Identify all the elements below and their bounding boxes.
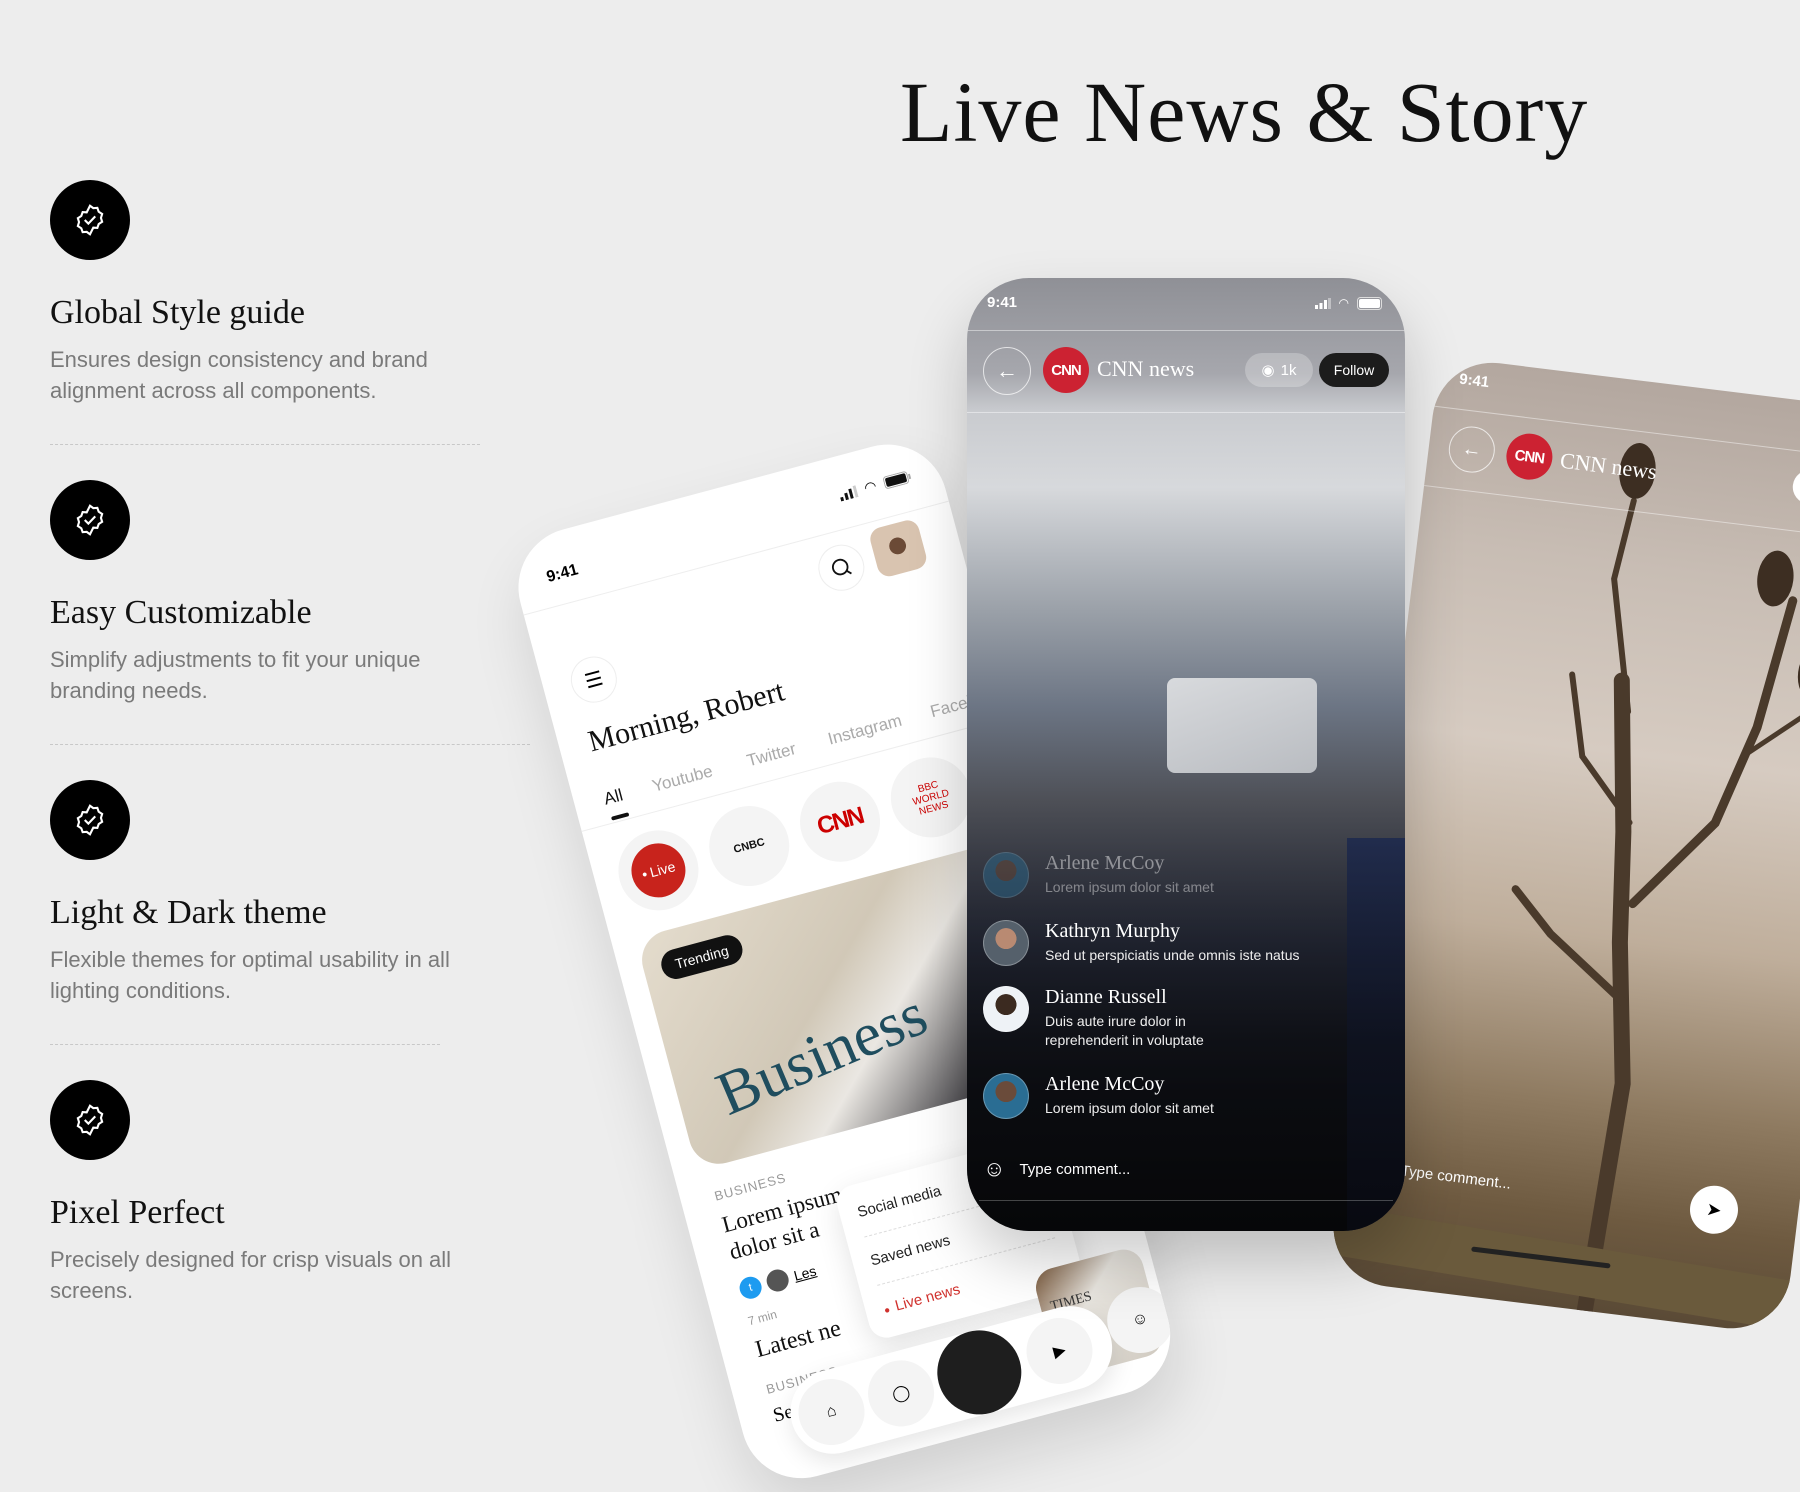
feature-title: Light & Dark theme — [50, 894, 327, 931]
channel-bbc[interactable]: BBC WORLD NEWS — [881, 748, 980, 847]
divider — [979, 1200, 1393, 1201]
status-icons: ◠ — [837, 468, 913, 504]
feature-title: Easy Customizable — [50, 594, 312, 631]
tab-all[interactable]: All — [602, 785, 625, 809]
commenter-avatar — [983, 986, 1029, 1032]
tab-youtube[interactable]: Youtube — [650, 761, 715, 796]
feature-pixel-perfect: Pixel Perfect Precisely designed for cri… — [50, 1080, 490, 1306]
twitter-icon: t — [737, 1274, 765, 1302]
divider — [50, 744, 530, 745]
comment-text: Duis aute irure dolor in reprehenderit i… — [1045, 1013, 1204, 1048]
eye-icon: ◉ — [1261, 362, 1275, 379]
cnn-logo: CNN — [814, 802, 866, 841]
channel-name[interactable]: CNN news — [1097, 356, 1194, 382]
badge-check-icon — [50, 1080, 130, 1160]
live-phone-screen: 9:41 ◠ ← CNN CNN news ◉ 1k Follow Arlene … — [967, 278, 1405, 1231]
feature-title: Global Style guide — [50, 294, 305, 331]
author-name[interactable]: Les — [792, 1263, 818, 1284]
viewers-count: 1k — [1280, 361, 1297, 379]
nav-center-button[interactable] — [927, 1320, 1031, 1424]
nav-home[interactable]: ⌂ — [791, 1371, 872, 1453]
wifi-icon: ◠ — [862, 477, 879, 496]
feature-description: Precisely designed for crisp visuals on … — [50, 1247, 452, 1303]
comment-item: Arlene McCoy Lorem ipsum dolor sit amet — [983, 852, 1383, 898]
tab-twitter[interactable]: Twitter — [745, 739, 799, 771]
tab-instagram[interactable]: Instagram — [826, 711, 904, 750]
latest-time: 7 min — [746, 1307, 779, 1329]
cnbc-logo: CNBC — [732, 836, 767, 856]
home-icon: ⌂ — [824, 1402, 839, 1422]
status-icons: ◠ — [1314, 296, 1385, 310]
badge-check-icon — [50, 180, 130, 260]
signal-icon — [1314, 297, 1331, 309]
status-time: 9:41 — [987, 294, 1018, 311]
comment-input[interactable]: ☺ Type comment... — [983, 1156, 1383, 1182]
channel-cnbc[interactable]: CNBC — [700, 797, 799, 896]
trending-badge: Trending — [657, 931, 746, 983]
menu-button[interactable]: ☰ — [565, 651, 623, 708]
divider — [50, 444, 480, 445]
follow-button[interactable]: Follow — [1319, 353, 1389, 387]
battery-icon — [1357, 296, 1382, 310]
channel-live[interactable]: ● Live — [609, 821, 708, 920]
comment-item: Dianne Russell Duis aute irure dolor in r… — [983, 986, 1383, 1050]
signal-icon — [839, 484, 859, 502]
divider — [967, 330, 1405, 331]
feature-easy-customizable: Easy Customizable Simplify adjustments t… — [50, 480, 530, 745]
comment-item: Kathryn Murphy Sed ut perspiciatis unde o… — [983, 920, 1383, 966]
divider — [967, 412, 1405, 413]
live-label: Live — [648, 858, 677, 881]
cnn-logo: CNN — [1043, 347, 1089, 393]
feature-light-dark-theme: Light & Dark theme Flexible themes for o… — [50, 780, 490, 1045]
feature-global-style-guide: Global Style guide Ensures design consis… — [50, 180, 490, 445]
status-time: 9:41 — [1458, 370, 1491, 392]
bbc-logo: BBC WORLD NEWS — [911, 778, 951, 818]
feature-title: Pixel Perfect — [50, 1194, 225, 1231]
author-avatar — [764, 1267, 792, 1294]
comment-text: Lorem ipsum dolor sit amet — [1045, 1100, 1214, 1116]
user-avatar[interactable] — [867, 517, 929, 579]
nav-reels[interactable]: ▶ — [1019, 1310, 1100, 1392]
battery-icon — [883, 471, 912, 489]
commenter-name: Kathryn Murphy — [1045, 920, 1180, 942]
comment-text: Sed ut perspiciatis unde omnis iste natu… — [1045, 947, 1300, 963]
commenter-avatar — [983, 920, 1029, 966]
hamburger-icon: ☰ — [582, 667, 606, 694]
arrow-left-icon: ← — [996, 358, 1018, 383]
comment-placeholder: Type comment... — [1019, 1160, 1131, 1178]
nav-search[interactable]: ◯ — [860, 1352, 942, 1434]
badge-check-icon — [50, 480, 130, 560]
commenter-avatar — [983, 852, 1029, 898]
arrow-left-icon: ← — [1460, 436, 1484, 462]
channel-cnn[interactable]: CNN — [791, 772, 890, 871]
divider — [50, 1044, 440, 1045]
status-time: 9:41 — [544, 561, 581, 586]
badge-check-icon — [50, 780, 130, 860]
search-button[interactable] — [813, 539, 870, 596]
trending-image-text: Business — [707, 979, 937, 1129]
live-dot-icon: ● — [882, 1304, 892, 1317]
smiley-icon: ☺ — [983, 1156, 1006, 1181]
user-icon: ☺ — [1130, 1309, 1151, 1330]
feature-description: Simplify adjustments to fit your unique … — [50, 647, 421, 703]
commenter-avatar — [983, 1073, 1029, 1119]
commenter-name: Arlene McCoy — [1045, 1073, 1165, 1095]
feature-description: Flexible themes for optimal usability in… — [50, 947, 450, 1003]
comment-item: Arlene McCoy Lorem ipsum dolor sit amet — [983, 1073, 1383, 1119]
live-badge: ● Live — [625, 837, 692, 904]
wifi-icon: ◠ — [1338, 296, 1349, 310]
back-button[interactable]: ← — [983, 347, 1031, 395]
page-title: Live News & Story — [900, 64, 1589, 160]
send-icon: ➤ — [1705, 1198, 1723, 1221]
viewers-pill: ◉ 1k — [1245, 353, 1313, 387]
search-icon — [831, 558, 852, 576]
commenter-name: Arlene McCoy — [1045, 852, 1165, 874]
live-news-label: Live news — [893, 1280, 963, 1315]
commenter-name: Dianne Russell — [1045, 986, 1167, 1008]
comment-text: Lorem ipsum dolor sit amet — [1045, 879, 1214, 895]
feature-description: Ensures design consistency and brand ali… — [50, 347, 428, 403]
video-icon: ▶ — [1051, 1341, 1068, 1362]
search-icon: ◯ — [890, 1383, 913, 1405]
